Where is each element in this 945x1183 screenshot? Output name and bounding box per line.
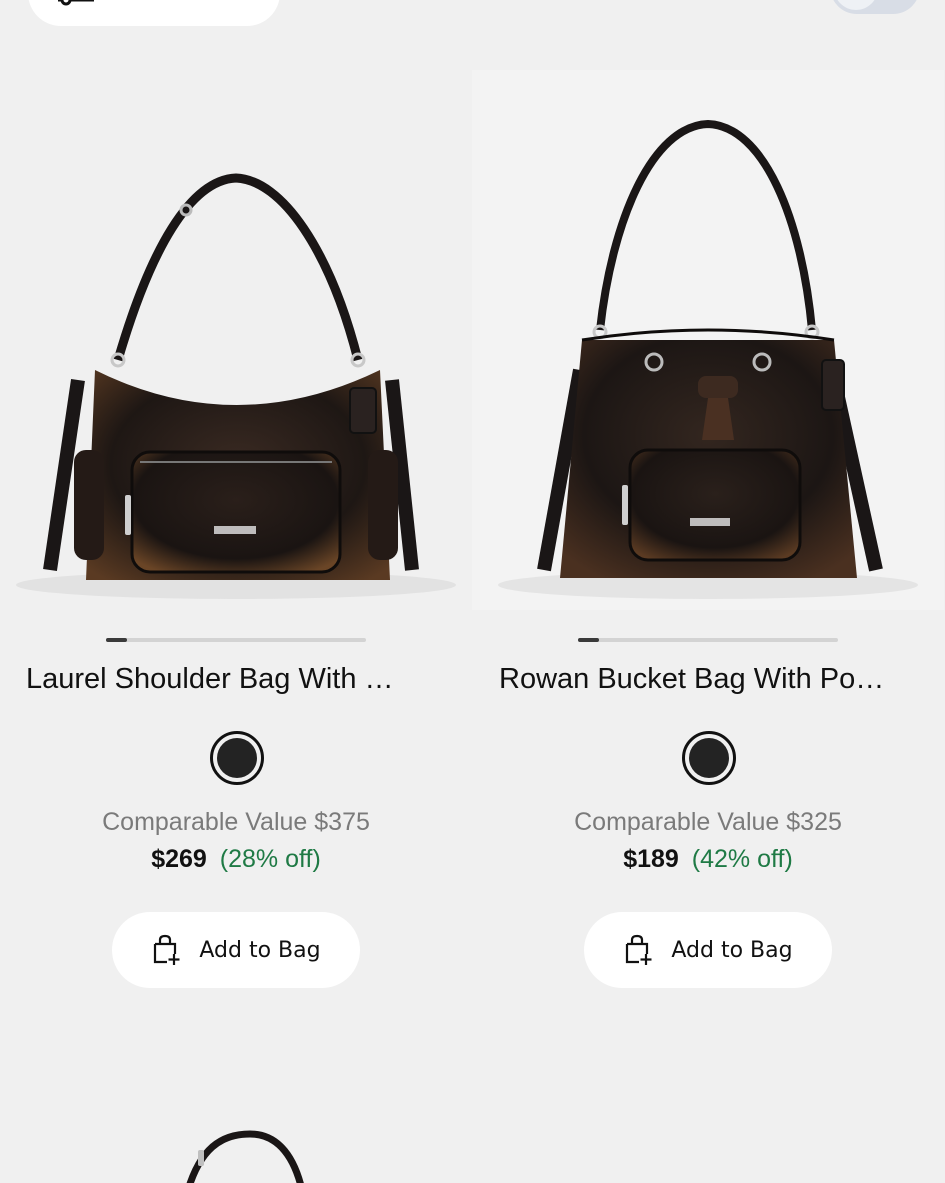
carousel-thumb [106,638,127,642]
add-to-bag-button[interactable]: Add to Bag [112,912,360,988]
add-to-bag-label: Add to Bag [671,937,793,963]
comparable-value: Comparable Value $375 [102,808,370,836]
shopping-bag-plus-icon [154,934,180,965]
product-card[interactable]: Rowan Bucket Bag With Po… Comparable Val… [472,70,944,1000]
color-swatch-fill [689,738,729,778]
shopping-bag-plus-icon [626,934,652,965]
product-image[interactable] [150,1130,350,1183]
image-carousel-indicator [578,638,838,642]
add-to-bag-button[interactable]: Add to Bag [584,912,832,988]
carousel-thumb [578,638,599,642]
add-to-bag-label: Add to Bag [199,937,321,963]
sale-price: $269 [151,845,207,873]
color-swatch[interactable] [210,731,264,785]
product-image[interactable] [0,70,472,610]
color-swatch[interactable] [682,731,736,785]
comparable-value: Comparable Value $325 [574,808,842,836]
product-title[interactable]: Rowan Bucket Bag With Po… [499,663,919,696]
price-line: $269 (28% off) [0,845,472,874]
discount-percent: (42% off) [691,845,793,873]
product-image[interactable] [472,70,944,610]
product-card[interactable]: Laurel Shoulder Bag With … Comparable Va… [0,70,472,1000]
filter-icon [58,0,94,6]
toggle-knob [834,0,878,10]
discount-percent: (28% off) [219,845,321,873]
sale-price: $189 [623,845,679,873]
price-line: $189 (42% off) [472,845,944,874]
image-carousel-indicator [106,638,366,642]
color-swatch-fill [217,738,257,778]
toggle-switch[interactable] [830,0,920,14]
filter-button[interactable] [28,0,280,26]
product-title[interactable]: Laurel Shoulder Bag With … [26,663,446,696]
